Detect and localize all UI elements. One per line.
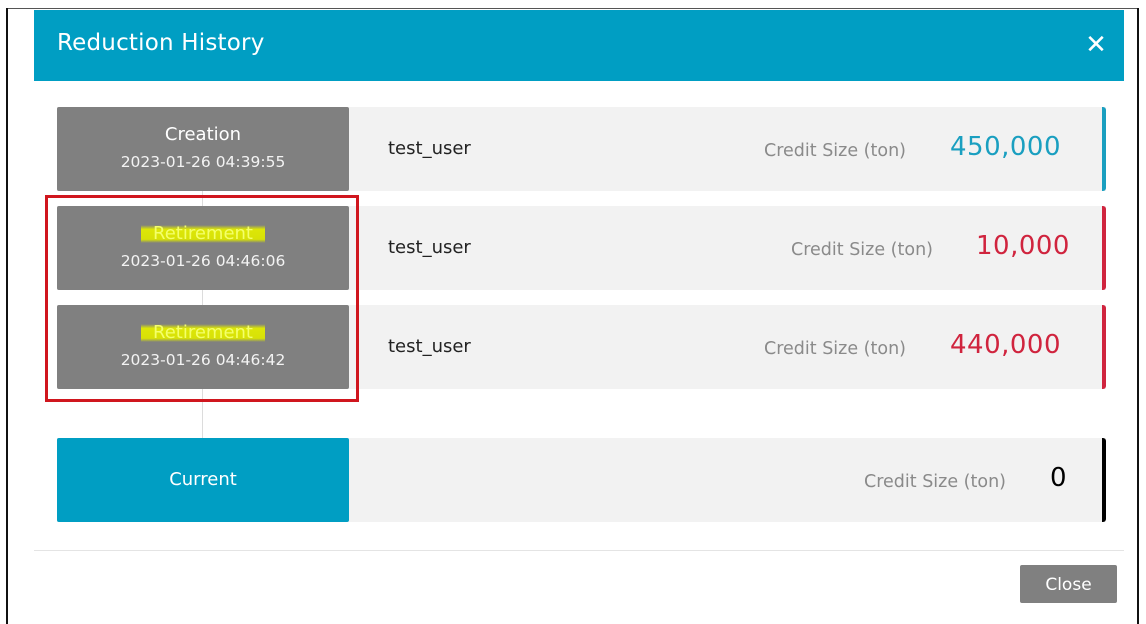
credit-size-label: Credit Size (ton) — [764, 141, 906, 161]
row-accent-bar — [1102, 107, 1106, 191]
screenshot-frame-left — [6, 8, 8, 624]
credit-size-value: 440,000 — [950, 330, 1062, 360]
screenshot-frame-right — [1137, 8, 1139, 624]
footer-divider — [34, 550, 1124, 551]
current-badge: Current — [57, 438, 349, 522]
credit-size-value: 0 — [1050, 463, 1068, 493]
credit-size-label: Credit Size (ton) — [791, 240, 933, 260]
annotation-highlight-box — [45, 195, 359, 402]
event-user: test_user — [388, 237, 471, 258]
event-user: test_user — [388, 336, 471, 357]
credit-size-value: 450,000 — [950, 132, 1062, 162]
modal-header: Reduction History ✕ — [34, 10, 1124, 81]
modal-title: Reduction History — [57, 30, 265, 56]
credit-size-label: Credit Size (ton) — [864, 472, 1006, 492]
history-row-current: Current Credit Size (ton) 0 — [57, 438, 1106, 522]
screenshot-frame-top — [6, 8, 1139, 9]
row-accent-bar — [1102, 206, 1106, 290]
event-badge: Creation 2023-01-26 04:39:55 — [57, 107, 349, 191]
event-user: test_user — [388, 138, 471, 159]
row-accent-bar — [1102, 438, 1106, 522]
credit-size-label: Credit Size (ton) — [764, 339, 906, 359]
credit-size-value: 10,000 — [976, 231, 1070, 261]
history-row-creation: Creation 2023-01-26 04:39:55 test_user C… — [57, 107, 1106, 191]
close-button[interactable]: Close — [1020, 565, 1117, 603]
event-label: Creation — [164, 124, 242, 145]
event-timestamp: 2023-01-26 04:39:55 — [120, 153, 286, 171]
row-accent-bar — [1102, 305, 1106, 389]
close-icon[interactable]: ✕ — [1082, 31, 1110, 59]
